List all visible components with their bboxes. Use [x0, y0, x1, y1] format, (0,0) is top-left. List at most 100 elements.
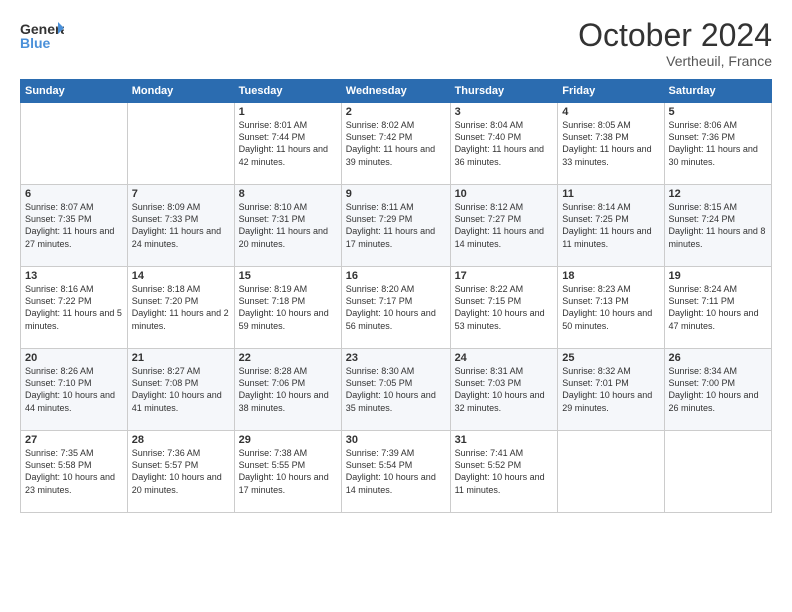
calendar-week-row: 27Sunrise: 7:35 AM Sunset: 5:58 PM Dayli… [21, 431, 772, 513]
day-number: 8 [239, 188, 337, 200]
cell-info: Sunrise: 7:38 AM Sunset: 5:55 PM Dayligh… [239, 447, 337, 496]
header: General Blue October 2024 Vertheuil, Fra… [20, 18, 772, 69]
cell-info: Sunrise: 7:41 AM Sunset: 5:52 PM Dayligh… [455, 447, 554, 496]
day-number: 28 [132, 434, 230, 446]
calendar-cell: 11Sunrise: 8:14 AM Sunset: 7:25 PM Dayli… [558, 185, 664, 267]
weekday-header: Wednesday [341, 80, 450, 103]
calendar-cell: 22Sunrise: 8:28 AM Sunset: 7:06 PM Dayli… [234, 349, 341, 431]
day-number: 24 [455, 352, 554, 364]
cell-info: Sunrise: 8:18 AM Sunset: 7:20 PM Dayligh… [132, 283, 230, 332]
calendar-cell: 14Sunrise: 8:18 AM Sunset: 7:20 PM Dayli… [127, 267, 234, 349]
cell-info: Sunrise: 8:23 AM Sunset: 7:13 PM Dayligh… [562, 283, 659, 332]
cell-info: Sunrise: 8:12 AM Sunset: 7:27 PM Dayligh… [455, 201, 554, 250]
logo: General Blue [20, 18, 64, 59]
calendar-cell: 3Sunrise: 8:04 AM Sunset: 7:40 PM Daylig… [450, 103, 558, 185]
day-number: 22 [239, 352, 337, 364]
day-number: 4 [562, 106, 659, 118]
day-number: 1 [239, 106, 337, 118]
cell-info: Sunrise: 8:24 AM Sunset: 7:11 PM Dayligh… [669, 283, 767, 332]
weekday-header: Monday [127, 80, 234, 103]
calendar-cell: 16Sunrise: 8:20 AM Sunset: 7:17 PM Dayli… [341, 267, 450, 349]
day-number: 29 [239, 434, 337, 446]
calendar-cell: 18Sunrise: 8:23 AM Sunset: 7:13 PM Dayli… [558, 267, 664, 349]
weekday-header: Saturday [664, 80, 771, 103]
cell-info: Sunrise: 8:22 AM Sunset: 7:15 PM Dayligh… [455, 283, 554, 332]
calendar-cell: 27Sunrise: 7:35 AM Sunset: 5:58 PM Dayli… [21, 431, 128, 513]
calendar-cell: 30Sunrise: 7:39 AM Sunset: 5:54 PM Dayli… [341, 431, 450, 513]
cell-info: Sunrise: 8:01 AM Sunset: 7:44 PM Dayligh… [239, 119, 337, 168]
calendar-cell: 2Sunrise: 8:02 AM Sunset: 7:42 PM Daylig… [341, 103, 450, 185]
location: Vertheuil, France [578, 53, 772, 69]
weekday-header: Sunday [21, 80, 128, 103]
day-number: 9 [346, 188, 446, 200]
day-number: 21 [132, 352, 230, 364]
day-number: 27 [25, 434, 123, 446]
cell-info: Sunrise: 8:27 AM Sunset: 7:08 PM Dayligh… [132, 365, 230, 414]
cell-info: Sunrise: 8:32 AM Sunset: 7:01 PM Dayligh… [562, 365, 659, 414]
weekday-header: Tuesday [234, 80, 341, 103]
calendar-cell: 8Sunrise: 8:10 AM Sunset: 7:31 PM Daylig… [234, 185, 341, 267]
logo-icon: General Blue [20, 18, 64, 54]
cell-info: Sunrise: 8:30 AM Sunset: 7:05 PM Dayligh… [346, 365, 446, 414]
calendar-cell [127, 103, 234, 185]
cell-info: Sunrise: 8:19 AM Sunset: 7:18 PM Dayligh… [239, 283, 337, 332]
cell-info: Sunrise: 7:39 AM Sunset: 5:54 PM Dayligh… [346, 447, 446, 496]
day-number: 19 [669, 270, 767, 282]
calendar-cell [558, 431, 664, 513]
calendar-cell: 5Sunrise: 8:06 AM Sunset: 7:36 PM Daylig… [664, 103, 771, 185]
cell-info: Sunrise: 8:07 AM Sunset: 7:35 PM Dayligh… [25, 201, 123, 250]
calendar-cell: 17Sunrise: 8:22 AM Sunset: 7:15 PM Dayli… [450, 267, 558, 349]
calendar-cell: 10Sunrise: 8:12 AM Sunset: 7:27 PM Dayli… [450, 185, 558, 267]
cell-info: Sunrise: 8:15 AM Sunset: 7:24 PM Dayligh… [669, 201, 767, 250]
cell-info: Sunrise: 8:31 AM Sunset: 7:03 PM Dayligh… [455, 365, 554, 414]
cell-info: Sunrise: 8:11 AM Sunset: 7:29 PM Dayligh… [346, 201, 446, 250]
calendar-cell: 13Sunrise: 8:16 AM Sunset: 7:22 PM Dayli… [21, 267, 128, 349]
cell-info: Sunrise: 8:20 AM Sunset: 7:17 PM Dayligh… [346, 283, 446, 332]
day-number: 11 [562, 188, 659, 200]
day-number: 25 [562, 352, 659, 364]
cell-info: Sunrise: 8:09 AM Sunset: 7:33 PM Dayligh… [132, 201, 230, 250]
day-number: 31 [455, 434, 554, 446]
day-number: 2 [346, 106, 446, 118]
calendar-cell: 25Sunrise: 8:32 AM Sunset: 7:01 PM Dayli… [558, 349, 664, 431]
day-number: 12 [669, 188, 767, 200]
day-number: 5 [669, 106, 767, 118]
calendar-cell: 28Sunrise: 7:36 AM Sunset: 5:57 PM Dayli… [127, 431, 234, 513]
calendar-cell: 12Sunrise: 8:15 AM Sunset: 7:24 PM Dayli… [664, 185, 771, 267]
cell-info: Sunrise: 8:04 AM Sunset: 7:40 PM Dayligh… [455, 119, 554, 168]
day-number: 26 [669, 352, 767, 364]
calendar-week-row: 20Sunrise: 8:26 AM Sunset: 7:10 PM Dayli… [21, 349, 772, 431]
day-number: 18 [562, 270, 659, 282]
calendar-week-row: 6Sunrise: 8:07 AM Sunset: 7:35 PM Daylig… [21, 185, 772, 267]
cell-info: Sunrise: 8:28 AM Sunset: 7:06 PM Dayligh… [239, 365, 337, 414]
title-block: October 2024 Vertheuil, France [578, 18, 772, 69]
calendar-week-row: 1Sunrise: 8:01 AM Sunset: 7:44 PM Daylig… [21, 103, 772, 185]
day-number: 14 [132, 270, 230, 282]
calendar-week-row: 13Sunrise: 8:16 AM Sunset: 7:22 PM Dayli… [21, 267, 772, 349]
cell-info: Sunrise: 8:02 AM Sunset: 7:42 PM Dayligh… [346, 119, 446, 168]
calendar-cell: 15Sunrise: 8:19 AM Sunset: 7:18 PM Dayli… [234, 267, 341, 349]
calendar-cell: 26Sunrise: 8:34 AM Sunset: 7:00 PM Dayli… [664, 349, 771, 431]
cell-info: Sunrise: 8:05 AM Sunset: 7:38 PM Dayligh… [562, 119, 659, 168]
weekday-header: Friday [558, 80, 664, 103]
cell-info: Sunrise: 7:36 AM Sunset: 5:57 PM Dayligh… [132, 447, 230, 496]
day-number: 23 [346, 352, 446, 364]
calendar-cell: 23Sunrise: 8:30 AM Sunset: 7:05 PM Dayli… [341, 349, 450, 431]
day-number: 6 [25, 188, 123, 200]
day-number: 16 [346, 270, 446, 282]
calendar-cell: 29Sunrise: 7:38 AM Sunset: 5:55 PM Dayli… [234, 431, 341, 513]
cell-info: Sunrise: 8:10 AM Sunset: 7:31 PM Dayligh… [239, 201, 337, 250]
cell-info: Sunrise: 8:34 AM Sunset: 7:00 PM Dayligh… [669, 365, 767, 414]
day-number: 30 [346, 434, 446, 446]
day-number: 10 [455, 188, 554, 200]
calendar-cell [21, 103, 128, 185]
calendar-cell [664, 431, 771, 513]
calendar-cell: 6Sunrise: 8:07 AM Sunset: 7:35 PM Daylig… [21, 185, 128, 267]
calendar-cell: 9Sunrise: 8:11 AM Sunset: 7:29 PM Daylig… [341, 185, 450, 267]
weekday-header: Thursday [450, 80, 558, 103]
day-number: 17 [455, 270, 554, 282]
calendar-cell: 31Sunrise: 7:41 AM Sunset: 5:52 PM Dayli… [450, 431, 558, 513]
cell-info: Sunrise: 8:06 AM Sunset: 7:36 PM Dayligh… [669, 119, 767, 168]
calendar-cell: 4Sunrise: 8:05 AM Sunset: 7:38 PM Daylig… [558, 103, 664, 185]
calendar-cell: 1Sunrise: 8:01 AM Sunset: 7:44 PM Daylig… [234, 103, 341, 185]
